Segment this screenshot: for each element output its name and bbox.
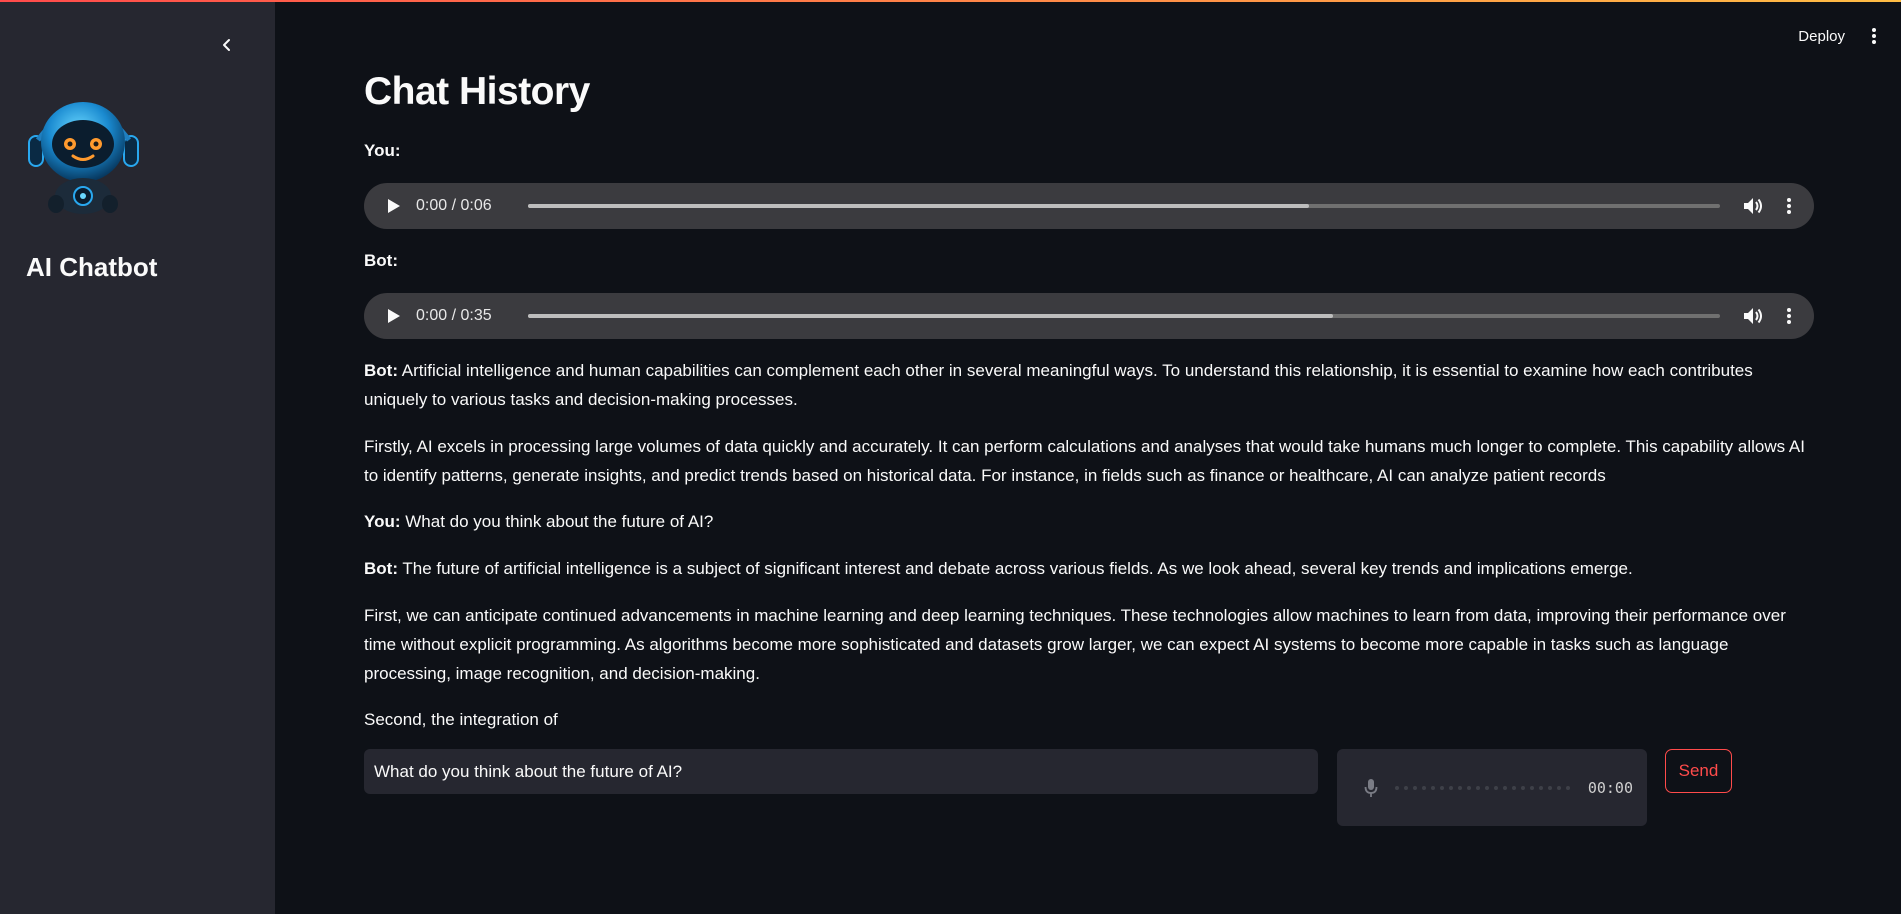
message-text: Firstly, AI excels in processing large v…: [364, 437, 1805, 485]
top-decoration-stripe: [0, 0, 1901, 2]
audio-recorder: 00:00: [1337, 749, 1647, 826]
chat-message: You: What do you think about the future …: [364, 507, 1814, 536]
audio-buffered-fill: [528, 314, 1333, 318]
audio-buffered-fill: [528, 204, 1309, 208]
volume-icon: [1744, 198, 1762, 214]
audio-options-button[interactable]: [1778, 305, 1800, 327]
play-icon: [388, 199, 400, 213]
robot-avatar: [28, 102, 139, 214]
audio-time: 0:00 / 0:35: [416, 307, 492, 324]
header-actions: Deploy: [1798, 26, 1881, 46]
vertical-dots-icon: [1787, 198, 1791, 214]
recording-waveform: [1395, 785, 1580, 790]
message-text: Second, the integration of: [364, 710, 558, 729]
sidebar-title: AI Chatbot: [26, 252, 158, 282]
volume-button[interactable]: [1742, 305, 1764, 327]
collapse-sidebar-button[interactable]: [214, 32, 240, 58]
message-text: What do you think about the future of AI…: [400, 512, 714, 531]
microphone-icon: [1364, 778, 1378, 797]
user-audio-player[interactable]: 0:00 / 0:06: [364, 183, 1814, 229]
play-icon: [388, 309, 400, 323]
audio-seek-bar[interactable]: [528, 314, 1720, 318]
send-button[interactable]: Send: [1665, 749, 1732, 793]
audio-time: 0:00 / 0:06: [416, 197, 492, 214]
volume-icon: [1744, 308, 1762, 324]
chevron-left-icon: [223, 39, 230, 51]
message-speaker: Bot:: [364, 559, 398, 578]
chat-message: Bot: The future of artificial intelligen…: [364, 554, 1814, 583]
chat-message: Second, the integration of: [364, 705, 1814, 734]
sidebar: AI Chatbot: [0, 2, 275, 914]
bot-audio-label: Bot:: [364, 251, 398, 270]
main-content: Chat History You: 0:00 / 0:06 Bot: 0:00 …: [364, 64, 1814, 734]
recording-time: 00:00: [1587, 778, 1633, 797]
chat-message: Firstly, AI excels in processing large v…: [364, 432, 1814, 490]
chat-text-input[interactable]: [364, 749, 1318, 794]
message-text: Artificial intelligence and human capabi…: [364, 361, 1753, 409]
vertical-dots-icon: [1787, 308, 1791, 324]
message-text: First, we can anticipate continued advan…: [364, 606, 1786, 683]
message-text: The future of artificial intelligence is…: [397, 559, 1633, 578]
deploy-button[interactable]: Deploy: [1798, 28, 1845, 45]
play-button[interactable]: [384, 196, 404, 216]
vertical-dots-icon: [1872, 28, 1876, 44]
chat-message: Bot: Artificial intelligence and human c…: [364, 356, 1814, 414]
audio-seek-bar[interactable]: [528, 204, 1720, 208]
message-speaker: You:: [364, 512, 401, 531]
volume-button[interactable]: [1742, 195, 1764, 217]
play-button[interactable]: [384, 306, 404, 326]
user-audio-label: You:: [364, 141, 401, 160]
main-menu-button[interactable]: [1867, 26, 1881, 46]
audio-options-button[interactable]: [1778, 195, 1800, 217]
chat-message: First, we can anticipate continued advan…: [364, 601, 1814, 688]
page-title: Chat History: [364, 70, 590, 113]
bot-audio-player[interactable]: 0:00 / 0:35: [364, 293, 1814, 339]
record-button[interactable]: [1361, 777, 1381, 799]
message-speaker: Bot:: [364, 361, 398, 380]
